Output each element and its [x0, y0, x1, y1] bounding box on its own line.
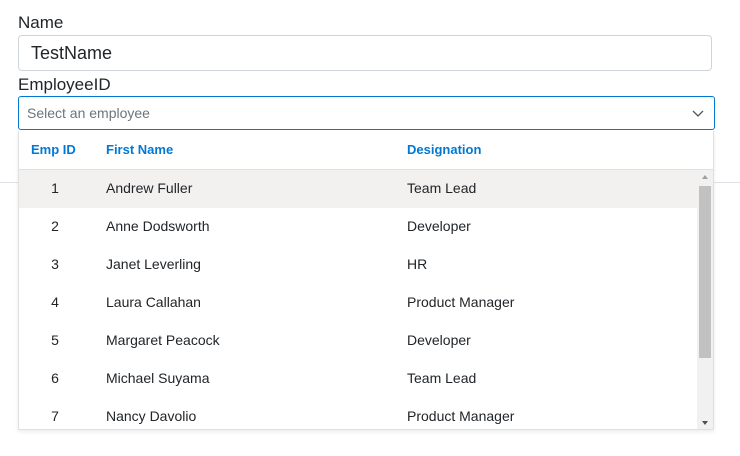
grid-rows: 1 Andrew Fuller Team Lead 2 Anne Dodswor… — [19, 170, 697, 429]
vertical-scrollbar[interactable] — [697, 170, 713, 429]
column-header-emp-id[interactable]: Emp ID — [31, 142, 76, 157]
emp-id-cell: 1 — [51, 180, 59, 196]
chevron-down-icon[interactable] — [690, 105, 706, 121]
table-row[interactable]: 7 Nancy Davolio Product Manager — [19, 398, 697, 429]
table-row[interactable]: 3 Janet Leverling HR — [19, 246, 697, 284]
emp-id-cell: 7 — [51, 408, 59, 424]
table-row[interactable]: 5 Margaret Peacock Developer — [19, 322, 697, 360]
table-row[interactable]: 1 Andrew Fuller Team Lead — [19, 170, 697, 208]
emp-id-cell: 6 — [51, 370, 59, 386]
designation-cell: HR — [407, 256, 428, 272]
first-name-cell: Janet Leverling — [106, 256, 201, 272]
table-row[interactable]: 2 Anne Dodsworth Developer — [19, 208, 697, 246]
emp-id-cell: 5 — [51, 332, 59, 348]
emp-id-cell: 2 — [51, 218, 59, 234]
first-name-cell: Andrew Fuller — [106, 180, 193, 196]
name-label: Name — [18, 13, 64, 32]
scrollbar-thumb[interactable] — [699, 186, 711, 358]
employee-combobox[interactable] — [18, 96, 715, 130]
designation-cell: Developer — [407, 218, 471, 234]
emp-id-cell: 3 — [51, 256, 59, 272]
first-name-cell: Anne Dodsworth — [106, 218, 210, 234]
employee-dropdown-popup: Emp ID First Name Designation 1 Andrew F… — [18, 131, 714, 430]
designation-cell: Developer — [407, 332, 471, 348]
caret-down-icon[interactable] — [697, 416, 713, 429]
grid-header-row: Emp ID First Name Designation — [19, 131, 713, 170]
first-name-cell: Laura Callahan — [106, 294, 201, 310]
form-page: Name EmployeeID Emp ID First Name Design… — [0, 0, 740, 456]
designation-cell: Product Manager — [407, 408, 515, 424]
first-name-cell: Nancy Davolio — [106, 408, 197, 424]
first-name-cell: Margaret Peacock — [106, 332, 220, 348]
name-input[interactable] — [18, 35, 712, 71]
emp-id-cell: 4 — [51, 294, 59, 310]
column-header-first-name[interactable]: First Name — [106, 142, 173, 157]
table-row[interactable]: 6 Michael Suyama Team Lead — [19, 360, 697, 398]
table-row[interactable]: 4 Laura Callahan Product Manager — [19, 284, 697, 322]
designation-cell: Team Lead — [407, 180, 477, 196]
designation-cell: Team Lead — [407, 370, 477, 386]
designation-cell: Product Manager — [407, 294, 515, 310]
first-name-cell: Michael Suyama — [106, 370, 210, 386]
employee-search-input[interactable] — [27, 97, 667, 129]
employee-id-label: EmployeeID — [18, 75, 111, 94]
column-header-designation[interactable]: Designation — [407, 142, 481, 157]
caret-up-icon[interactable] — [697, 170, 713, 184]
